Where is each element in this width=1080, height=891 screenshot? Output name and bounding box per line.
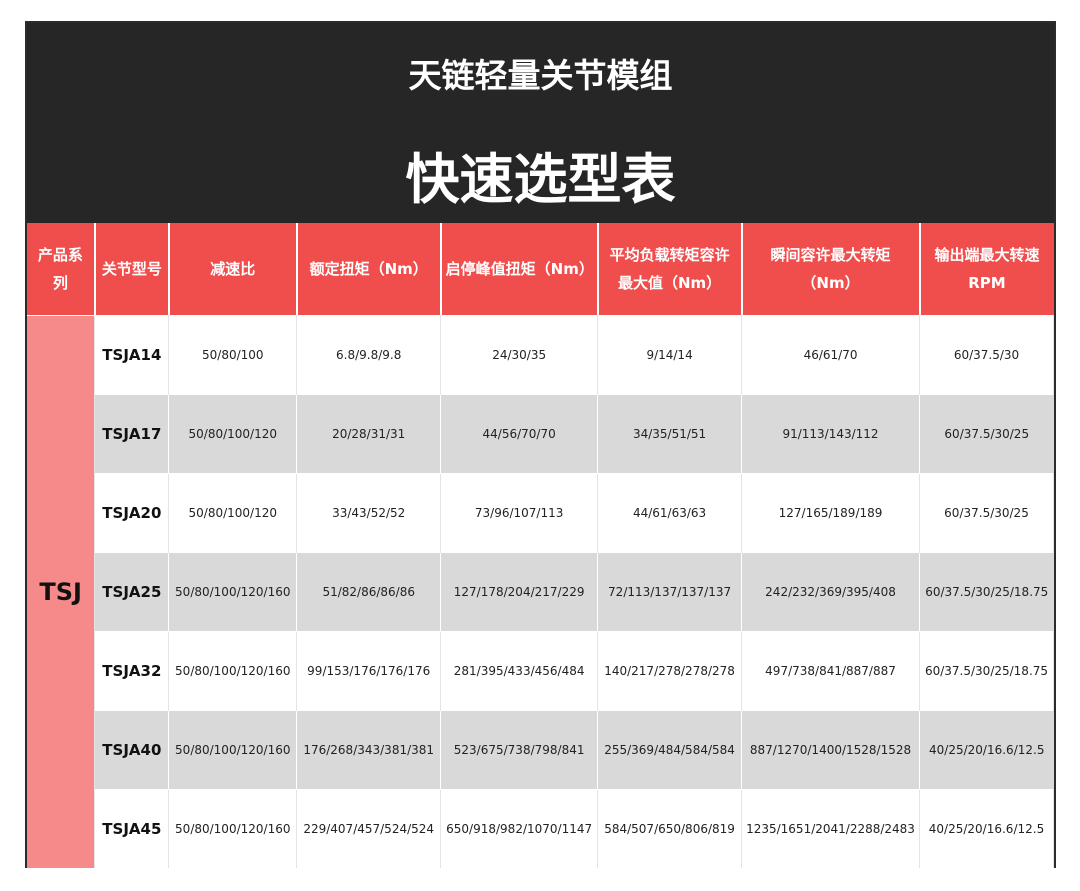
series-cell: TSJ	[27, 314, 96, 868]
avg-torque-cell: 255/369/484/584/584	[597, 709, 743, 789]
col-header-avg-torque: 平均负载转矩容许最大值（Nm）	[597, 223, 743, 315]
instant-torque-cell: 497/738/841/887/887	[741, 630, 920, 710]
max-speed-cell: 60/37.5/30/25	[919, 393, 1054, 473]
peak-torque-cell: 281/395/433/456/484	[440, 630, 599, 710]
ratio-cell: 50/80/100/120/160	[168, 709, 298, 789]
avg-torque-cell: 9/14/14	[597, 314, 743, 394]
peak-torque-cell: 127/178/204/217/229	[440, 551, 599, 631]
col-header-ratio: 减速比	[168, 223, 298, 315]
model-cell: TSJA25	[94, 551, 170, 631]
max-speed-cell: 60/37.5/30	[919, 314, 1054, 394]
model-cell: TSJA20	[94, 472, 170, 552]
product-title: 天链轻量关节模组	[408, 56, 673, 95]
rated-torque-cell: 6.8/9.8/9.8	[296, 314, 442, 394]
model-cell: TSJA40	[94, 709, 170, 789]
max-speed-cell: 40/25/20/16.6/12.5	[919, 709, 1054, 789]
table-row: TSJA25 50/80/100/120/160 51/82/86/86/86 …	[27, 551, 1054, 631]
max-speed-cell: 60/37.5/30/25/18.75	[919, 630, 1054, 710]
max-speed-cell: 60/37.5/30/25	[919, 472, 1054, 552]
col-header-model: 关节型号	[94, 223, 170, 315]
col-header-peak-torque: 启停峰值扭矩（Nm）	[440, 223, 599, 315]
ratio-cell: 50/80/100/120/160	[168, 630, 298, 710]
peak-torque-cell: 73/96/107/113	[440, 472, 599, 552]
avg-torque-cell: 34/35/51/51	[597, 393, 743, 473]
instant-torque-cell: 242/232/369/395/408	[741, 551, 920, 631]
rated-torque-cell: 229/407/457/524/524	[296, 788, 442, 868]
instant-torque-cell: 127/165/189/189	[741, 472, 920, 552]
instant-torque-cell: 91/113/143/112	[741, 393, 920, 473]
col-header-max-speed: 输出端最大转速RPM	[919, 223, 1054, 315]
rated-torque-cell: 51/82/86/86/86	[296, 551, 442, 631]
ratio-cell: 50/80/100/120/160	[168, 788, 298, 868]
table-row: TSJA17 50/80/100/120 20/28/31/31 44/56/7…	[27, 393, 1054, 473]
rated-torque-cell: 33/43/52/52	[296, 472, 442, 552]
model-cell: TSJA14	[94, 314, 170, 394]
ratio-cell: 50/80/100/120	[168, 472, 298, 552]
table-row: TSJ TSJA14 50/80/100 6.8/9.8/9.8 24/30/3…	[27, 314, 1054, 868]
peak-torque-cell: 523/675/738/798/841	[440, 709, 599, 789]
rated-torque-cell: 176/268/343/381/381	[296, 709, 442, 789]
avg-torque-cell: 140/217/278/278/278	[597, 630, 743, 710]
model-cell: TSJA32	[94, 630, 170, 710]
header-row: 产品系列 关节型号 减速比 额定扭矩（Nm） 启停峰值扭矩（Nm） 平均负载转矩…	[27, 223, 1054, 315]
table-row: TSJA32 50/80/100/120/160 99/153/176/176/…	[27, 630, 1054, 710]
max-speed-cell: 60/37.5/30/25/18.75	[919, 551, 1054, 631]
peak-torque-cell: 650/918/982/1070/1147	[440, 788, 599, 868]
instant-torque-cell: 1235/1651/2041/2288/2483	[741, 788, 920, 868]
peak-torque-cell: 24/30/35	[440, 314, 599, 394]
rated-torque-cell: 20/28/31/31	[296, 393, 442, 473]
col-header-series: 产品系列	[27, 223, 96, 315]
table-title: 快速选型表	[405, 148, 676, 211]
model-cell: TSJA45	[94, 788, 170, 868]
avg-torque-cell: 584/507/650/806/819	[597, 788, 743, 868]
avg-torque-cell: 72/113/137/137/137	[597, 551, 743, 631]
max-speed-cell: 40/25/20/16.6/12.5	[919, 788, 1054, 868]
table-row: TSJA40 50/80/100/120/160 176/268/343/381…	[27, 709, 1054, 789]
rated-torque-cell: 99/153/176/176/176	[296, 630, 442, 710]
col-header-instant-torque: 瞬间容许最大转矩（Nm）	[741, 223, 921, 315]
ratio-cell: 50/80/100/120	[168, 393, 298, 473]
selection-table-frame: 天链轻量关节模组 快速选型表 产品系列 关节型号 减速比 额定扭矩（Nm） 启停…	[25, 21, 1056, 868]
peak-torque-cell: 44/56/70/70	[440, 393, 599, 473]
table-row: TSJA45 50/80/100/120/160 229/407/457/524…	[27, 788, 1054, 868]
col-header-rated-torque: 额定扭矩（Nm）	[296, 223, 442, 315]
model-cell: TSJA17	[94, 393, 170, 473]
table-row: TSJA20 50/80/100/120 33/43/52/52 73/96/1…	[27, 472, 1054, 552]
header-banner: 天链轻量关节模组 快速选型表	[27, 23, 1054, 223]
avg-torque-cell: 44/61/63/63	[597, 472, 743, 552]
ratio-cell: 50/80/100	[168, 314, 298, 394]
instant-torque-cell: 46/61/70	[741, 314, 920, 394]
spec-table: 产品系列 关节型号 减速比 额定扭矩（Nm） 启停峰值扭矩（Nm） 平均负载转矩…	[27, 223, 1054, 868]
instant-torque-cell: 887/1270/1400/1528/1528	[741, 709, 920, 789]
ratio-cell: 50/80/100/120/160	[168, 551, 298, 631]
